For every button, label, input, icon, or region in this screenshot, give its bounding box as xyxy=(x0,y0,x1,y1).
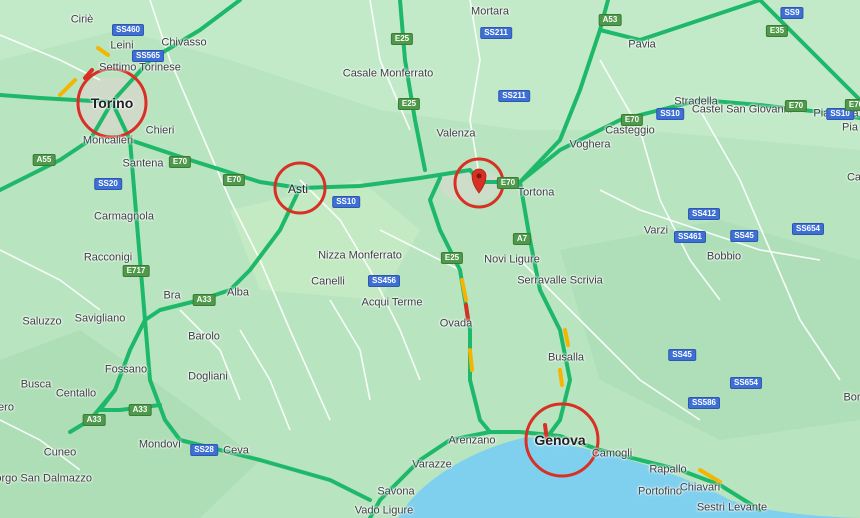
place-label: Busalla xyxy=(547,351,585,364)
road-shield: A33 xyxy=(192,294,216,306)
place-label: Casteggio xyxy=(605,124,655,137)
road-shield: E70 xyxy=(784,100,808,112)
road-shield: E70 xyxy=(496,177,520,189)
place-label: Asti xyxy=(287,182,309,196)
place-label: Genova xyxy=(534,432,586,448)
place-label: Varzi xyxy=(643,224,669,237)
road-shield: A7 xyxy=(512,233,532,245)
place-label: Saluzzo xyxy=(22,315,62,328)
road-shield: A33 xyxy=(82,414,106,426)
place-label: Carmagnola xyxy=(94,210,154,223)
place-label: Settimo Torinese xyxy=(99,61,181,74)
road-shield: E70 xyxy=(222,174,246,186)
road-shield: SS461 xyxy=(673,231,707,243)
road-shield: SS412 xyxy=(687,208,721,220)
road-shield: SS10 xyxy=(656,108,684,120)
road-shield: E70 xyxy=(168,156,192,168)
place-label: Acqui Terme xyxy=(361,296,423,309)
road-shield: E70 xyxy=(844,99,860,111)
place-label: Leini xyxy=(110,39,134,52)
place-label: Vado Ligure xyxy=(354,504,414,517)
road-shield: SS211 xyxy=(480,27,512,39)
place-label: Pia xyxy=(842,121,858,134)
place-label: Novi Ligure xyxy=(484,253,540,266)
road-shield: E35 xyxy=(765,25,789,37)
place-label: Serravalle Scrivia xyxy=(517,274,603,287)
place-label: Pavia xyxy=(628,38,656,51)
place-label: ero xyxy=(0,401,14,414)
road-shield: E25 xyxy=(440,252,464,264)
place-label: Ovada xyxy=(439,317,473,330)
place-label: Bra xyxy=(163,289,181,302)
traffic-slow-segment xyxy=(558,368,564,387)
place-label: Busca xyxy=(20,378,52,391)
road-shield: A53 xyxy=(598,14,622,26)
place-label: Barolo xyxy=(188,330,220,343)
traffic-slow-segment xyxy=(468,348,474,372)
road-shield: SS10 xyxy=(332,196,360,208)
road-shield: A55 xyxy=(32,154,56,166)
map-view[interactable]: Ciriè Leini Chivasso Settimo Torinese Torino… xyxy=(0,0,860,518)
place-label: Bobbio xyxy=(706,250,742,263)
road-shield: E717 xyxy=(122,265,150,277)
place-label: Mortara xyxy=(471,5,509,18)
place-label: Voghera xyxy=(569,138,611,151)
place-label: Alba xyxy=(226,286,250,299)
place-label: Torino xyxy=(90,95,134,111)
road-shield: SS45 xyxy=(730,230,758,242)
place-label: Savigliano xyxy=(74,312,126,325)
place-label: Centallo xyxy=(55,387,97,400)
road-shield: SS654 xyxy=(791,223,825,235)
place-label: Castel San Giovanni xyxy=(691,103,793,116)
place-label: Ceva xyxy=(223,444,249,457)
place-label: Arenzano xyxy=(448,434,496,447)
place-label: Santena xyxy=(122,157,164,170)
place-label: Nizza Monferrato xyxy=(318,249,402,262)
place-label: Dogliani xyxy=(188,370,228,383)
road-shield: SS460 xyxy=(111,24,145,36)
road-shield: SS211 xyxy=(498,90,530,102)
place-label: Moncalieri xyxy=(82,134,134,147)
place-label: Chieri xyxy=(145,124,175,137)
place-label: Racconigi xyxy=(83,251,133,264)
road-shield: SS28 xyxy=(190,444,218,456)
place-label: Canelli xyxy=(311,275,345,288)
place-label: Valenza xyxy=(436,127,476,140)
road-shield: SS20 xyxy=(94,178,122,190)
place-label: Cuneo xyxy=(43,446,77,459)
road-shield: SS45 xyxy=(668,349,696,361)
road-shield: E70 xyxy=(620,114,644,126)
place-label: Varazze xyxy=(412,458,452,471)
place-label: Rapallo xyxy=(649,463,687,476)
place-label: Savona xyxy=(377,485,415,498)
place-label: Ciriè xyxy=(70,13,94,26)
place-label: Chivasso xyxy=(161,36,207,49)
road-shield: A33 xyxy=(128,404,152,416)
place-label: Ca xyxy=(846,171,860,184)
road-shield: SS654 xyxy=(729,377,763,389)
road-shield: SS565 xyxy=(131,50,165,62)
road-shield: SS9 xyxy=(780,7,804,19)
place-label: Bor xyxy=(843,391,860,404)
place-label: Tortona xyxy=(517,186,555,199)
road-shield: SS456 xyxy=(367,275,401,287)
road-shield: E25 xyxy=(390,33,414,45)
place-label: Camogli xyxy=(591,447,633,460)
pin-dot xyxy=(476,173,482,179)
road-shield: E25 xyxy=(397,98,421,110)
place-label: Casale Monferrato xyxy=(342,67,434,80)
road-shield: SS586 xyxy=(687,397,721,409)
place-label: Portofino xyxy=(637,485,683,498)
place-label: Fossano xyxy=(104,363,148,376)
place-label: Borgo San Dalmazzo xyxy=(0,472,92,485)
place-label: Chiavari xyxy=(679,481,721,494)
place-label: Mondovì xyxy=(138,438,182,451)
place-label: Sestri Levante xyxy=(696,501,768,514)
